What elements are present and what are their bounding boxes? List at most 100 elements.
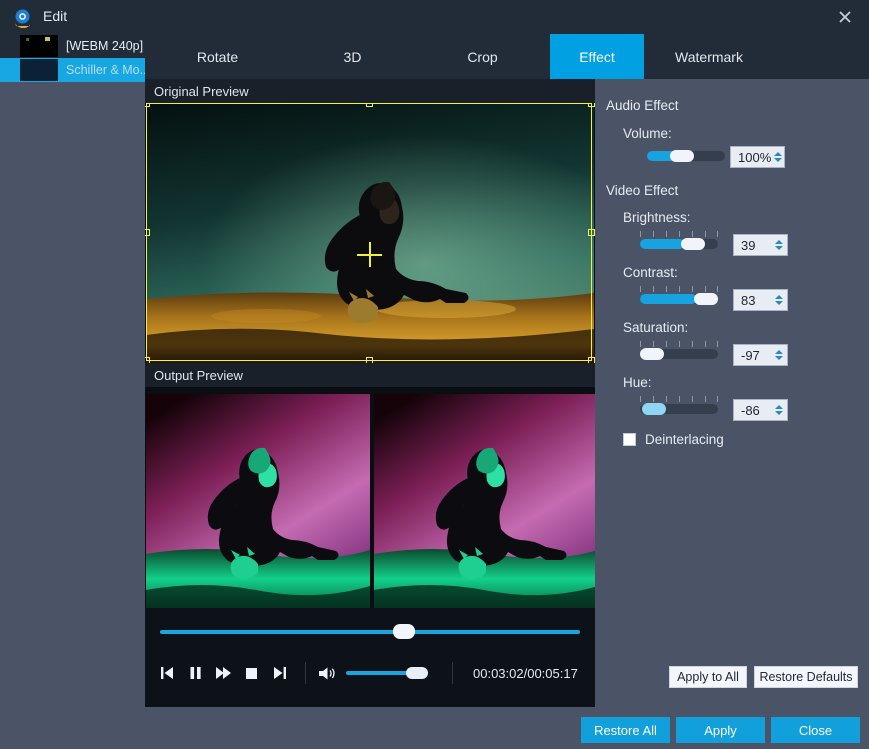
close-icon [839, 11, 851, 23]
stop-button[interactable] [237, 659, 265, 687]
volume-slider-effect[interactable] [647, 150, 725, 162]
spinner-down-icon[interactable] [775, 356, 783, 360]
output-preview-left [146, 394, 370, 624]
effect-settings-panel: Audio Effect Volume: 100% Video Effect B… [595, 79, 869, 707]
tab-effect[interactable]: Effect [550, 34, 644, 79]
spinner-arrows [771, 405, 787, 415]
original-preview-header: Original Preview [145, 79, 595, 103]
original-preview [145, 103, 595, 363]
hue-value: -86 [741, 402, 760, 418]
edit-dialog: Edit [WEBM 240p] .. Schiller & Mo... Rot… [0, 0, 869, 749]
volume-spinbox[interactable]: 100% [730, 146, 785, 168]
contrast-slider[interactable] [640, 293, 718, 305]
output-preview-right [374, 394, 595, 624]
hue-slider[interactable] [640, 403, 718, 415]
contrast-value: 83 [741, 292, 756, 308]
apply-button[interactable]: Apply [676, 717, 765, 743]
output-preview-image-left [146, 394, 370, 624]
saturation-spinbox[interactable]: -97 [733, 344, 788, 366]
sidebar-item-1[interactable]: Schiller & Mo... [0, 58, 145, 82]
seek-slider[interactable] [160, 623, 580, 641]
title-bar: Edit [0, 0, 869, 34]
app-logo-icon [13, 8, 33, 29]
seek-thumb[interactable] [393, 624, 415, 639]
saturation-value: -97 [741, 347, 760, 363]
output-preview-header: Output Preview [145, 363, 595, 387]
spinner-down-icon[interactable] [773, 158, 782, 162]
brightness-spinbox[interactable]: 39 [733, 234, 788, 256]
pause-button[interactable] [181, 659, 209, 687]
slider-thumb[interactable] [642, 403, 666, 415]
spinner-up-icon[interactable] [775, 295, 783, 299]
slider-fill [640, 294, 697, 304]
tab-watermark[interactable]: Watermark [644, 34, 774, 79]
tab-crop[interactable]: Crop [415, 34, 550, 79]
slider-thumb[interactable] [681, 238, 705, 250]
speaker-icon[interactable] [318, 666, 336, 681]
spinner-down-icon[interactable] [775, 411, 783, 415]
next-frame-button[interactable] [265, 659, 293, 687]
divider [452, 662, 453, 684]
slider-thumb[interactable] [694, 293, 718, 305]
sidebar-item-label: Schiller & Mo... [66, 63, 145, 77]
brightness-slider[interactable] [640, 238, 718, 250]
tab-label: Rotate [196, 48, 239, 65]
spinner-up-icon[interactable] [775, 405, 783, 409]
file-list-sidebar: [WEBM 240p] .. Schiller & Mo... [0, 34, 145, 749]
brightness-ticks [640, 231, 718, 237]
contrast-spinbox[interactable]: 83 [733, 289, 788, 311]
deinterlacing-label: Deinterlacing [645, 432, 724, 447]
skip-next-icon [273, 667, 286, 679]
saturation-slider[interactable] [640, 348, 718, 360]
slider-thumb[interactable] [670, 150, 694, 162]
spinner-down-icon[interactable] [775, 246, 783, 250]
output-preview-image-right [374, 394, 595, 624]
spinner-down-icon[interactable] [775, 301, 783, 305]
slider-thumb[interactable] [640, 348, 664, 360]
pause-icon [190, 667, 201, 679]
deinterlacing-checkbox[interactable] [623, 433, 636, 446]
spinner-arrows [771, 240, 787, 250]
brightness-label: Brightness: [623, 210, 691, 225]
apply-to-all-button[interactable]: Apply to All [669, 666, 747, 688]
contrast-ticks [640, 286, 718, 292]
close-label: Close [798, 722, 833, 738]
fast-forward-button[interactable] [209, 659, 237, 687]
tab-3d[interactable]: 3D [290, 34, 415, 79]
dialog-footer: Restore All Apply Close [0, 707, 869, 749]
file-thumbnail [20, 59, 58, 81]
tab-label: Effect [579, 48, 615, 65]
tab-label: Crop [467, 48, 498, 65]
hue-ticks [640, 396, 718, 402]
saturation-label: Saturation: [623, 320, 689, 335]
restore-all-button[interactable]: Restore All [581, 717, 670, 743]
skip-previous-icon [160, 667, 173, 679]
tab-label: Watermark [675, 48, 743, 65]
transport-row: 00:03:02/00:05:17 [145, 653, 595, 693]
deinterlacing-checkbox-row[interactable]: Deinterlacing [623, 432, 724, 447]
contrast-label: Contrast: [623, 265, 678, 280]
spinner-up-icon[interactable] [775, 240, 783, 244]
restore-all-label: Restore All [594, 722, 657, 738]
preview-column: Original Preview Output Preview 00:03:02… [145, 79, 595, 749]
volume-control [318, 666, 428, 681]
seek-track [160, 630, 580, 634]
spinner-up-icon[interactable] [775, 350, 783, 354]
hue-spinbox[interactable]: -86 [733, 399, 788, 421]
divider [305, 662, 306, 684]
restore-defaults-button[interactable]: Restore Defaults [754, 666, 858, 688]
volume-slider[interactable] [346, 666, 428, 680]
spinner-arrows [771, 350, 787, 360]
hue-label: Hue: [623, 375, 652, 390]
file-thumbnail [20, 35, 58, 57]
sidebar-item-0[interactable]: [WEBM 240p] .. [0, 34, 145, 58]
spinner-up-icon[interactable] [773, 152, 782, 156]
tab-label: 3D [343, 48, 362, 65]
volume-thumb[interactable] [406, 667, 428, 679]
close-window-button[interactable] [821, 0, 869, 34]
close-button[interactable]: Close [771, 717, 860, 743]
tab-rotate[interactable]: Rotate [145, 34, 290, 79]
previous-frame-button[interactable] [153, 659, 181, 687]
output-preview [145, 387, 595, 632]
volume-value: 100% [738, 149, 772, 165]
